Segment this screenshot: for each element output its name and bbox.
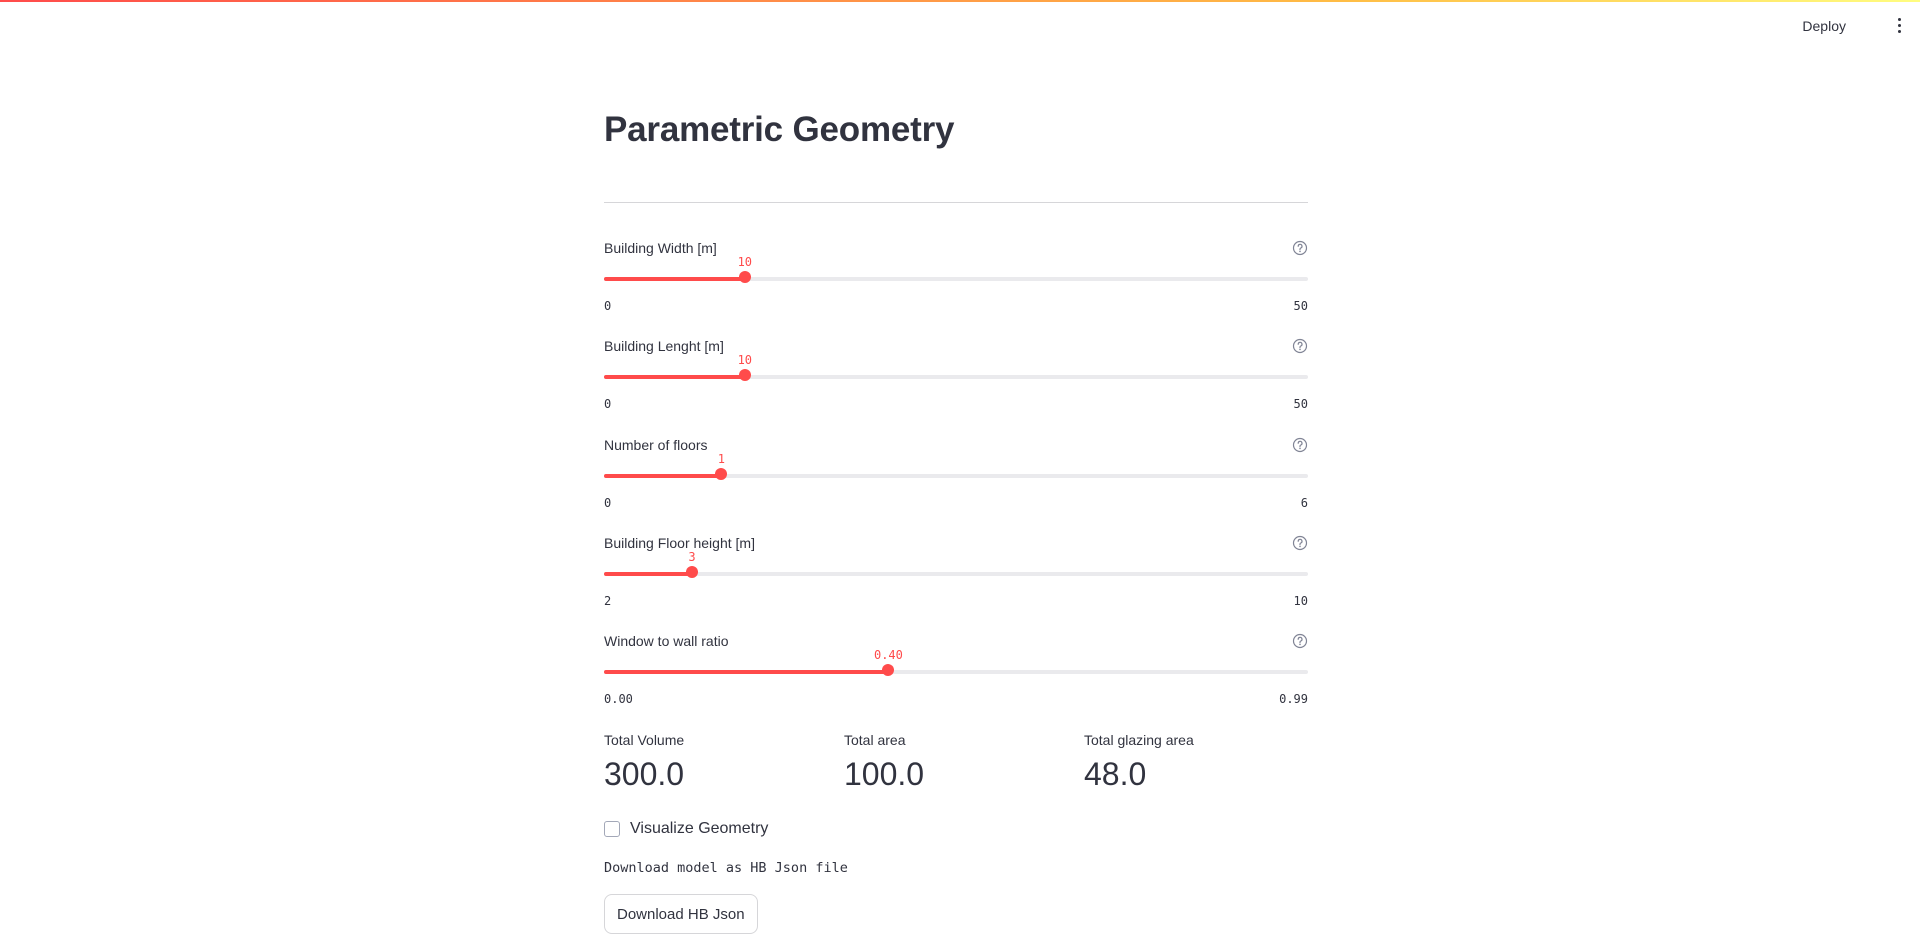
metric-value: 300.0 <box>604 756 685 792</box>
slider-min: 0 <box>604 299 612 313</box>
slider-value: 10 <box>737 255 753 269</box>
slider-max: 50 <box>1293 299 1308 313</box>
slider-floor-height: Building Floor height [m] 3 2 10 <box>604 535 1308 625</box>
metric-label: Total glazing area <box>1084 732 1194 748</box>
slider-thumb[interactable] <box>715 468 728 480</box>
slider-value: 1 <box>717 452 725 466</box>
slider-fill <box>604 670 889 674</box>
metric-total-volume: Total Volume 300.0 <box>604 732 834 793</box>
slider-label: Building Floor height [m] <box>604 535 755 551</box>
help-circle-icon[interactable] <box>1292 437 1308 453</box>
app-header: Deploy <box>0 2 1920 47</box>
slider-label: Number of floors <box>604 437 708 453</box>
slider-building-width: Building Width [m] 10 0 50 <box>604 240 1308 330</box>
slider-track[interactable] <box>604 375 1308 379</box>
metric-total-glazing-area: Total glazing area 48.0 <box>1084 732 1314 793</box>
slider-thumb[interactable] <box>686 566 698 578</box>
slider-max: 10 <box>1293 594 1308 608</box>
checkbox-label: Visualize Geometry <box>630 820 769 837</box>
slider-max: 0.99 <box>1279 692 1308 706</box>
slider-thumb[interactable] <box>738 271 751 283</box>
divider <box>604 202 1308 203</box>
slider-value: 3 <box>688 550 696 564</box>
slider-min: 0.00 <box>604 692 633 706</box>
slider-min: 2 <box>604 594 612 608</box>
slider-fill <box>604 572 692 576</box>
download-hb-json-button[interactable]: Download HB Json <box>604 894 758 934</box>
slider-fill <box>604 375 745 379</box>
slider-value: 0.40 <box>873 648 903 662</box>
slider-label: Building Lenght [m] <box>604 338 724 354</box>
checkbox-box[interactable] <box>604 821 620 837</box>
page-title: Parametric Geometry <box>604 110 955 149</box>
slider-value: 10 <box>737 353 753 367</box>
slider-track[interactable] <box>604 572 1308 576</box>
help-circle-icon[interactable] <box>1292 338 1308 354</box>
slider-fill <box>604 474 722 478</box>
slider-min: 0 <box>604 496 612 510</box>
help-circle-icon[interactable] <box>1292 535 1308 551</box>
download-instruction: Download model as HB Json file <box>604 860 848 876</box>
help-circle-icon[interactable] <box>1292 240 1308 256</box>
metric-label: Total Volume <box>604 732 685 748</box>
metric-value: 48.0 <box>1084 756 1147 792</box>
kebab-menu-icon[interactable] <box>1893 14 1905 36</box>
slider-label: Window to wall ratio <box>604 633 729 649</box>
slider-max: 6 <box>1300 496 1308 510</box>
slider-label: Building Width [m] <box>604 240 717 256</box>
slider-number-of-floors: Number of floors 1 0 6 <box>604 437 1308 527</box>
slider-max: 50 <box>1293 397 1308 411</box>
metric-total-area: Total area 100.0 <box>844 732 1074 793</box>
slider-thumb[interactable] <box>882 664 895 676</box>
slider-building-length: Building Lenght [m] 10 0 50 <box>604 338 1308 428</box>
slider-track[interactable] <box>604 277 1308 281</box>
visualize-geometry-checkbox[interactable]: Visualize Geometry <box>604 820 768 838</box>
metric-value: 100.0 <box>844 756 925 792</box>
slider-track[interactable] <box>604 670 1308 674</box>
slider-fill <box>604 277 745 281</box>
slider-min: 0 <box>604 397 612 411</box>
deploy-button[interactable]: Deploy <box>1798 16 1850 36</box>
slider-window-wall-ratio: Window to wall ratio 0.40 0.00 0.99 <box>604 633 1308 723</box>
help-circle-icon[interactable] <box>1292 633 1308 649</box>
slider-thumb[interactable] <box>738 369 751 381</box>
metric-label: Total area <box>844 732 906 748</box>
slider-track[interactable] <box>604 474 1308 478</box>
